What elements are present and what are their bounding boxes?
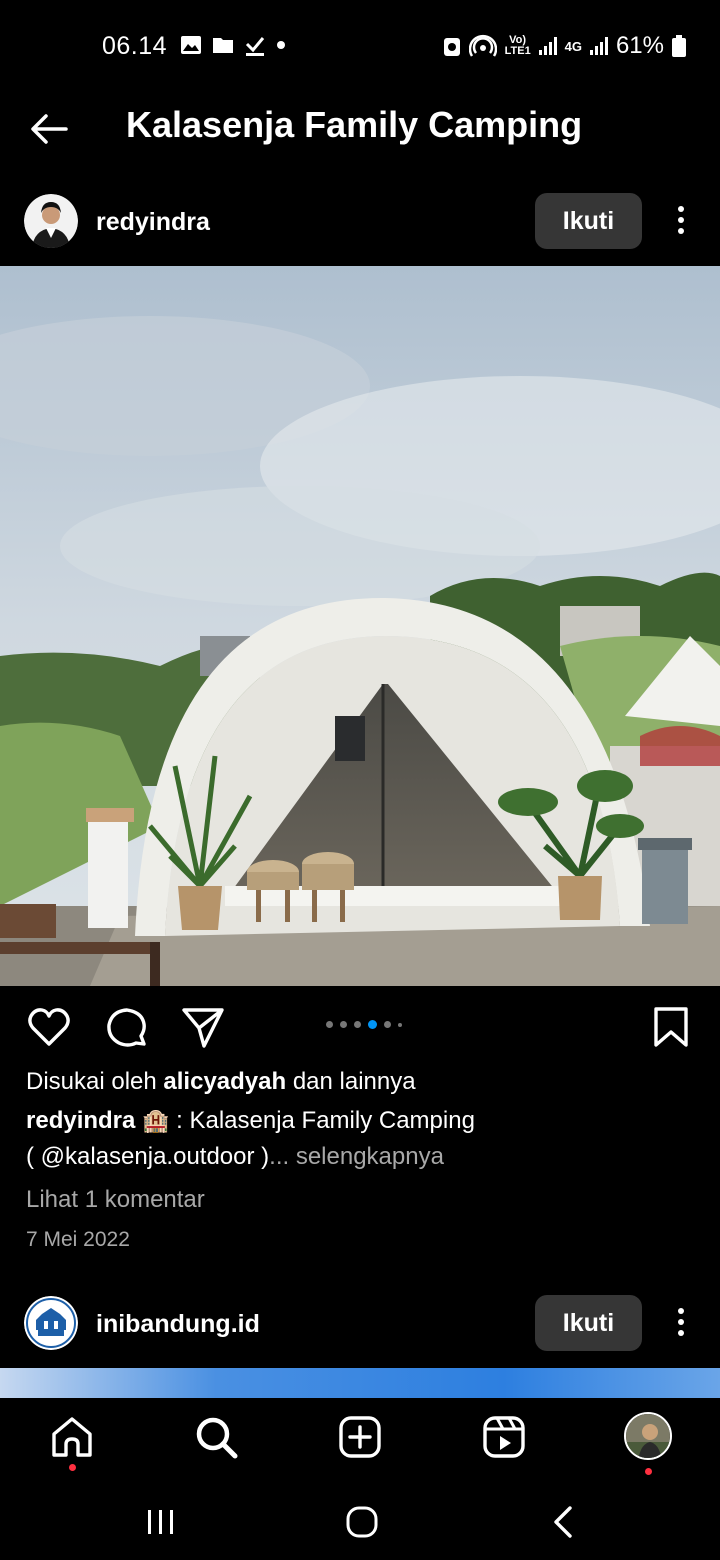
- notification-icons: [180, 34, 286, 56]
- more-options-icon[interactable]: [668, 200, 694, 240]
- post-header-2: inibandung.id Ikuti: [0, 1282, 720, 1362]
- profile-notification-dot: [645, 1468, 652, 1475]
- system-back-icon[interactable]: [544, 1502, 584, 1542]
- carousel-dot: [384, 1021, 391, 1028]
- carousel-dot: [354, 1021, 361, 1028]
- post-date: 7 Mei 2022: [26, 1228, 130, 1251]
- folder-icon: [213, 38, 233, 53]
- page-title: Kalasenja Family Camping: [126, 104, 583, 145]
- page-header: Kalasenja Family Camping: [0, 92, 720, 172]
- caption-line-2: ( @kalasenja.outdoor )... selengkapnya: [26, 1143, 444, 1171]
- status-bar: 06.14 Vo) LTE1 4G 61%: [0, 0, 720, 92]
- view-comments-link[interactable]: Lihat 1 komentar: [26, 1186, 205, 1214]
- caption-mention[interactable]: ( @kalasenja.outdoor ): [26, 1143, 269, 1170]
- likes-user-link[interactable]: alicyadyah: [163, 1068, 286, 1095]
- bottom-nav: [0, 1398, 720, 1484]
- signal-1-icon: [538, 37, 557, 55]
- post-photo-2[interactable]: [0, 1368, 720, 1398]
- share-send-icon[interactable]: [180, 1004, 226, 1050]
- status-time: 06.14: [102, 32, 168, 60]
- gallery-icon: [181, 36, 201, 54]
- signal-2-icon: [589, 37, 608, 55]
- dot-icon: [277, 41, 285, 49]
- likes-line: Disukai oleh alicyadyah dan lainnya: [26, 1068, 416, 1096]
- home-icon[interactable]: [49, 1414, 95, 1460]
- create-post-icon[interactable]: [337, 1414, 383, 1460]
- likes-suffix: dan lainnya: [286, 1068, 416, 1095]
- post-username-2[interactable]: inibandung.id: [96, 1310, 260, 1339]
- avatar[interactable]: [24, 194, 78, 248]
- like-heart-icon[interactable]: [26, 1004, 72, 1050]
- reels-icon[interactable]: [481, 1414, 527, 1460]
- system-nav: [0, 1484, 720, 1560]
- carousel-dot: [326, 1021, 333, 1028]
- hotspot-icon: [468, 34, 497, 57]
- carousel-dot: [398, 1022, 402, 1027]
- carousel-dot: [340, 1021, 347, 1028]
- carousel-indicator: [326, 1020, 402, 1029]
- caption-username[interactable]: redyindra: [26, 1107, 135, 1134]
- hotel-emoji: 🏨: [142, 1108, 170, 1133]
- status-right: Vo) LTE1 4G 61%: [443, 32, 686, 60]
- post-photo[interactable]: [0, 266, 720, 986]
- caption-text: : Kalasenja Family Camping: [169, 1107, 475, 1134]
- battery-icon: [672, 35, 686, 57]
- home-notification-dot: [69, 1464, 76, 1471]
- post-actions: [0, 1000, 720, 1054]
- recent-apps-icon[interactable]: [141, 1502, 181, 1542]
- home-button-icon[interactable]: [342, 1502, 382, 1542]
- post-header: redyindra Ikuti: [0, 180, 720, 260]
- search-icon[interactable]: [193, 1414, 239, 1460]
- follow-button[interactable]: Ikuti: [535, 193, 642, 249]
- vpn-icon: [443, 38, 460, 56]
- more-options-icon-2[interactable]: [668, 1302, 694, 1342]
- likes-prefix: Disukai oleh: [26, 1068, 164, 1095]
- network-tag-2: 4G: [564, 38, 582, 54]
- carousel-dot-active: [368, 1020, 377, 1029]
- avatar-2[interactable]: [24, 1296, 78, 1350]
- battery-percent: 61%: [615, 32, 664, 59]
- caption-line-1: redyindra 🏨 : Kalasenja Family Camping: [26, 1107, 475, 1135]
- download-check-icon: [245, 37, 265, 56]
- back-arrow-icon[interactable]: [26, 106, 72, 152]
- save-bookmark-icon[interactable]: [648, 1004, 694, 1050]
- follow-button-2[interactable]: Ikuti: [535, 1295, 642, 1351]
- post-username[interactable]: redyindra: [96, 208, 210, 237]
- network-tag-1: Vo) LTE1: [504, 34, 531, 57]
- caption-more-link[interactable]: ... selengkapnya: [269, 1143, 444, 1170]
- profile-avatar[interactable]: [624, 1412, 672, 1460]
- comment-icon[interactable]: [104, 1004, 150, 1050]
